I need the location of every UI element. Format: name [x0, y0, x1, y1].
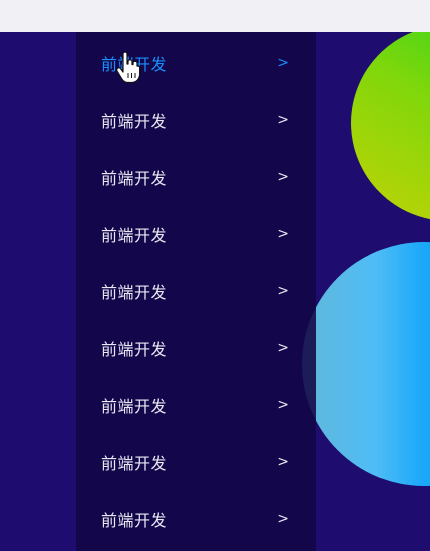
menu-item[interactable]: 前端开发 > [76, 490, 316, 547]
chevron-right-icon: > [277, 54, 289, 71]
menu-item[interactable]: 前端开发 > [76, 376, 316, 433]
menu-item-label: 前端开发 [101, 453, 168, 473]
menu-item-label: 前端开发 [101, 510, 168, 530]
menu-item-label: 前端开发 [101, 111, 168, 131]
menu-item[interactable]: 前端开发 > [76, 148, 316, 205]
menu-item[interactable]: 前端开发 > [76, 262, 316, 319]
top-bar [0, 0, 430, 32]
menu-item-label: 前端开发 [101, 396, 168, 416]
menu-item-label: 前端开发 [101, 225, 168, 245]
chevron-right-icon: > [277, 111, 289, 128]
page: 前端开发 > 前端开发 > 前端开发 > 前端开发 > 前端开发 > 前端开发 … [0, 0, 430, 551]
chevron-right-icon: > [277, 396, 289, 413]
chevron-right-icon: > [277, 282, 289, 299]
menu-item[interactable]: 前端开发 > [76, 433, 316, 490]
menu-item[interactable]: 前端开发 > [76, 319, 316, 376]
menu-item[interactable]: 前端开发 > [76, 34, 316, 91]
menu-item[interactable]: 前端开发 > [76, 205, 316, 262]
menu-item-label: 前端开发 [101, 339, 168, 359]
blue-circle-decoration [302, 242, 430, 486]
chevron-right-icon: > [277, 168, 289, 185]
green-circle-decoration [351, 25, 430, 221]
menu-item[interactable]: 前端开发 > [76, 91, 316, 148]
menu-item-label: 前端开发 [101, 282, 168, 302]
chevron-right-icon: > [277, 510, 289, 527]
chevron-right-icon: > [277, 453, 289, 470]
chevron-right-icon: > [277, 225, 289, 242]
menu-item-label: 前端开发 [101, 168, 168, 188]
chevron-right-icon: > [277, 339, 289, 356]
dropdown-menu: 前端开发 > 前端开发 > 前端开发 > 前端开发 > 前端开发 > 前端开发 … [76, 32, 316, 551]
hand-pointer-icon [115, 51, 141, 88]
